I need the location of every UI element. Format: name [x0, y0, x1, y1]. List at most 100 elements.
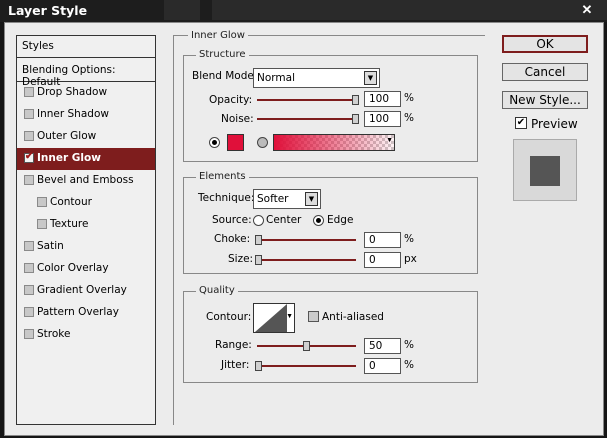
size-field[interactable]: 0: [364, 252, 401, 268]
noise-slider-handle[interactable]: [352, 114, 359, 124]
opacity-unit: %: [404, 92, 414, 104]
sidebar-item-drop-shadow[interactable]: Drop Shadow: [17, 82, 155, 104]
solid-color-radio[interactable]: [209, 137, 220, 148]
jitter-unit: %: [404, 359, 414, 371]
checkbox[interactable]: [24, 307, 34, 317]
source-edge-label: Edge: [327, 214, 354, 226]
sidebar-item-pattern-overlay[interactable]: Pattern Overlay: [17, 302, 155, 324]
size-slider[interactable]: [255, 255, 356, 265]
sidebar-item-color-overlay[interactable]: Color Overlay: [17, 258, 155, 280]
sidebar-item-label: Color Overlay: [37, 262, 109, 274]
cancel-button[interactable]: Cancel: [502, 63, 588, 81]
chevron-down-icon: ▼: [286, 313, 293, 320]
noise-field[interactable]: 100: [364, 111, 401, 127]
chevron-down-icon: ▼: [364, 71, 377, 85]
sidebar-item-label: Texture: [50, 218, 89, 230]
close-icon[interactable]: ✕: [578, 1, 596, 19]
sidebar-item-gradient-overlay[interactable]: Gradient Overlay: [17, 280, 155, 302]
size-unit: px: [404, 253, 417, 265]
checkbox[interactable]: [24, 329, 34, 339]
blend-mode-value: Normal: [257, 72, 295, 84]
structure-label: Structure: [196, 49, 249, 60]
sidebar-item-label: Gradient Overlay: [37, 284, 127, 296]
source-label: Source:: [212, 214, 252, 226]
sidebar-item-stroke[interactable]: Stroke: [17, 324, 155, 346]
jitter-slider[interactable]: [255, 361, 356, 371]
blend-mode-select[interactable]: Normal ▼: [253, 68, 380, 88]
source-edge-radio[interactable]: [313, 215, 324, 226]
technique-value: Softer: [257, 193, 289, 205]
preview-thumbnail: [530, 156, 560, 186]
sidebar-item-label: Stroke: [37, 328, 71, 340]
sidebar-item-label: Drop Shadow: [37, 86, 108, 98]
sidebar-item-blending-options[interactable]: Blending Options: Default: [17, 60, 155, 88]
sidebar-item-satin[interactable]: Satin: [17, 236, 155, 258]
sidebar-item-bevel-and-emboss[interactable]: Bevel and Emboss: [17, 170, 155, 192]
sidebar-item-label: Satin: [37, 240, 64, 252]
technique-label: Technique:: [198, 192, 255, 204]
sidebar-item-label: Inner Shadow: [37, 108, 109, 120]
range-unit: %: [404, 339, 414, 351]
anti-aliased-checkbox[interactable]: [308, 311, 319, 322]
window-title: Layer Style: [8, 3, 88, 18]
opacity-label: Opacity:: [209, 94, 253, 106]
checkbox[interactable]: ✔: [24, 151, 34, 163]
checkbox[interactable]: [37, 219, 47, 229]
range-slider-handle[interactable]: [302, 341, 310, 351]
new-style-button[interactable]: New Style...: [502, 91, 588, 109]
size-slider-handle[interactable]: [255, 255, 262, 265]
noise-slider[interactable]: [257, 114, 359, 124]
chevron-down-icon: ▼: [305, 192, 318, 206]
contour-picker[interactable]: ▼: [253, 303, 295, 333]
sidebar-item-label: Outer Glow: [37, 130, 97, 142]
blend-mode-label: Blend Mode:: [192, 70, 258, 82]
sidebar-item-label: Bevel and Emboss: [37, 174, 134, 186]
source-center-radio[interactable]: [253, 215, 264, 226]
choke-label: Choke:: [214, 233, 251, 245]
glow-color-swatch[interactable]: [227, 134, 244, 151]
choke-unit: %: [404, 233, 414, 245]
opacity-slider[interactable]: [257, 95, 359, 105]
sidebar-item-inner-shadow[interactable]: Inner Shadow: [17, 104, 155, 126]
range-label: Range:: [215, 339, 252, 351]
title-bar: Layer Style ✕: [0, 0, 607, 22]
technique-select[interactable]: Softer ▼: [253, 189, 321, 209]
checkbox[interactable]: [24, 131, 34, 141]
ok-button[interactable]: OK: [502, 35, 588, 53]
choke-slider-handle[interactable]: [255, 235, 262, 245]
sidebar-item-label: Pattern Overlay: [37, 306, 119, 318]
jitter-slider-handle[interactable]: [255, 361, 262, 371]
range-slider[interactable]: [257, 341, 356, 351]
sidebar-item-contour[interactable]: Contour: [17, 192, 155, 214]
preview-label: Preview: [531, 117, 578, 131]
checkbox[interactable]: [24, 263, 34, 273]
gradient-picker[interactable]: ▼: [273, 134, 395, 151]
sidebar-item-label: Inner Glow: [37, 152, 101, 164]
checkbox[interactable]: [37, 197, 47, 207]
choke-field[interactable]: 0: [364, 232, 401, 248]
gradient-radio[interactable]: [257, 137, 268, 148]
jitter-label: Jitter:: [221, 359, 250, 371]
checkmark-icon: ✔: [516, 117, 526, 128]
background-toolbar: [164, 0, 200, 20]
preview-checkbox[interactable]: ✔: [515, 117, 527, 129]
sidebar-item-texture[interactable]: Texture: [17, 214, 155, 236]
checkbox[interactable]: [24, 285, 34, 295]
sidebar-item-outer-glow[interactable]: Outer Glow: [17, 126, 155, 148]
quality-label: Quality: [196, 285, 238, 296]
sidebar-item-styles[interactable]: Styles: [17, 36, 155, 58]
anti-aliased-label: Anti-aliased: [322, 311, 384, 323]
checkbox[interactable]: [24, 175, 34, 185]
source-center-label: Center: [266, 214, 302, 226]
sidebar-item-inner-glow[interactable]: ✔ Inner Glow: [17, 148, 155, 170]
range-field[interactable]: 50: [364, 338, 401, 354]
opacity-field[interactable]: 100: [364, 91, 401, 107]
elements-label: Elements: [196, 171, 249, 182]
choke-slider[interactable]: [255, 235, 356, 245]
jitter-field[interactable]: 0: [364, 358, 401, 374]
checkbox[interactable]: [24, 87, 34, 97]
checkbox[interactable]: [24, 241, 34, 251]
chevron-down-icon: ▼: [386, 137, 393, 144]
checkbox[interactable]: [24, 109, 34, 119]
opacity-slider-handle[interactable]: [352, 95, 359, 105]
